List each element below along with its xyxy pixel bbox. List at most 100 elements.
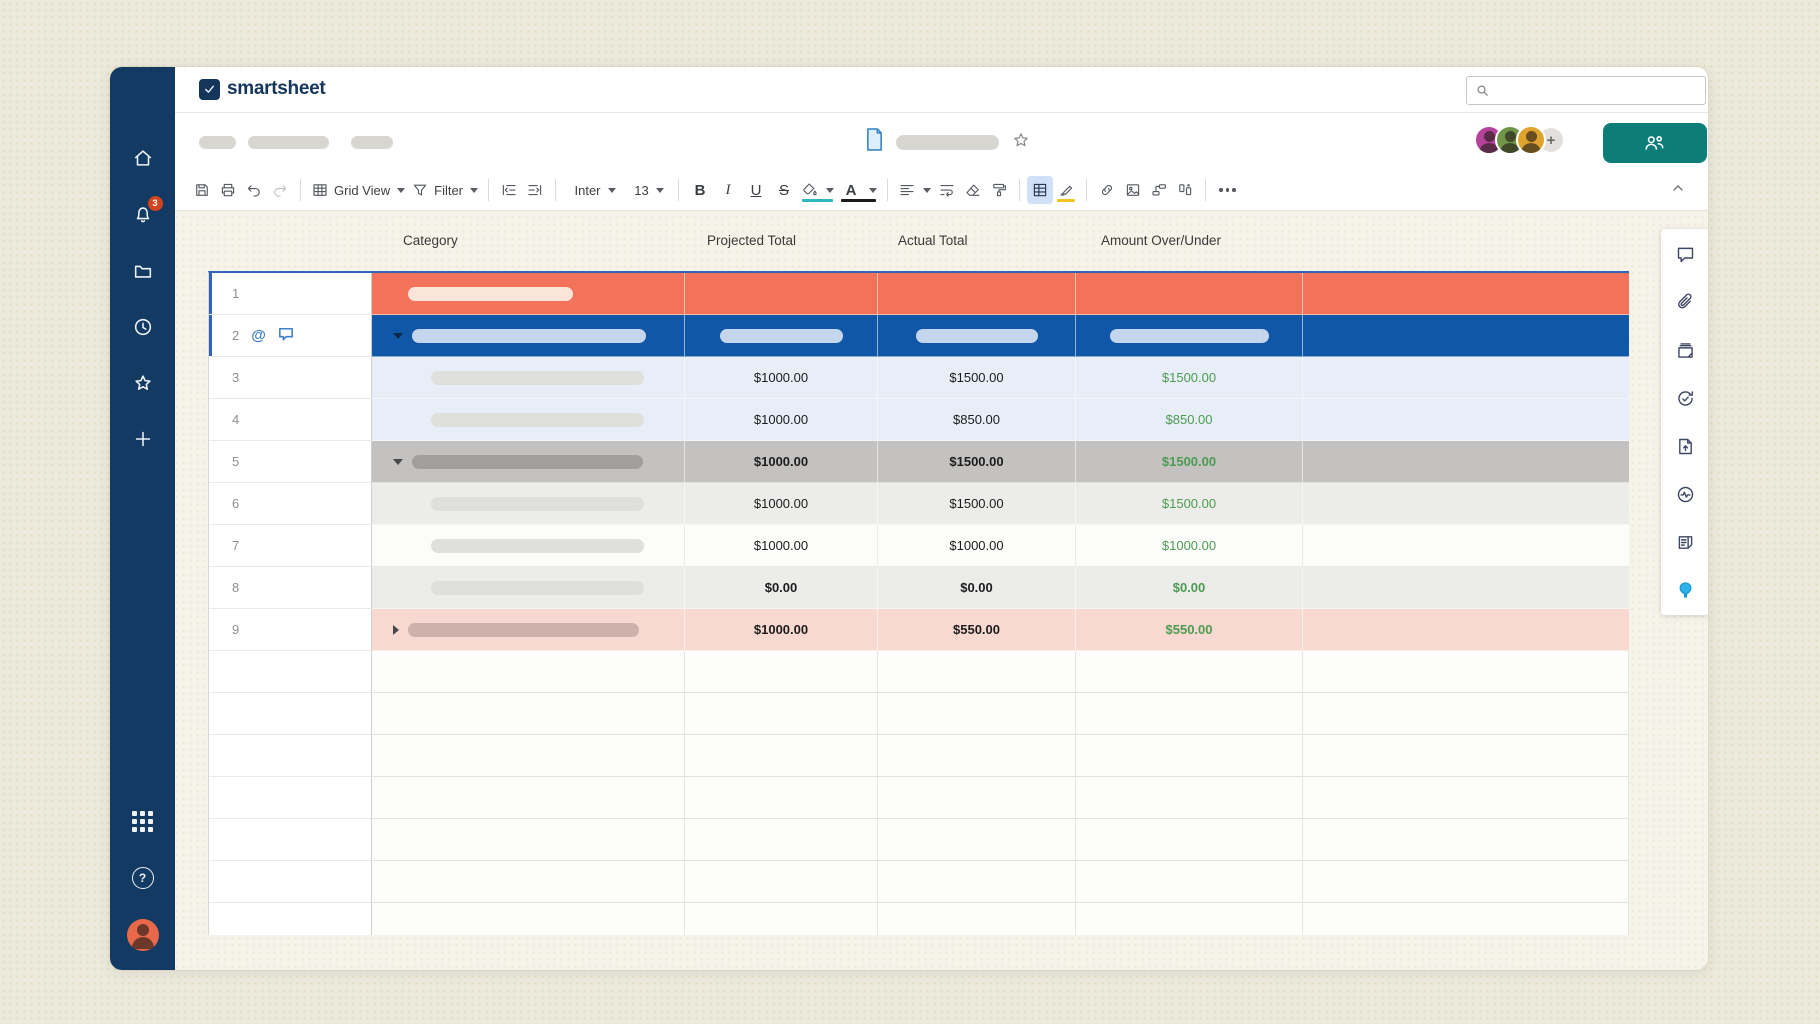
category-cell-redacted[interactable] <box>372 399 685 441</box>
insert-link-button[interactable] <box>1094 176 1120 204</box>
format-painter-button[interactable] <box>986 176 1012 204</box>
search-input[interactable] <box>1496 83 1697 98</box>
publish-icon[interactable] <box>1673 434 1697 458</box>
empty-cell[interactable] <box>1303 567 1629 609</box>
actual-total-cell[interactable]: $1500.00 <box>878 483 1076 525</box>
recents-clock-icon[interactable] <box>130 314 156 340</box>
activity-log-icon[interactable] <box>1673 482 1697 506</box>
save-button[interactable] <box>189 176 215 204</box>
collapse-row-icon[interactable] <box>393 333 403 339</box>
attachments-paperclip-icon[interactable] <box>1673 290 1697 314</box>
empty-cell[interactable] <box>372 735 685 777</box>
column-text-button[interactable] <box>1172 176 1198 204</box>
over-under-cell[interactable]: $1000.00 <box>1076 525 1303 567</box>
align-dropdown[interactable] <box>895 176 934 204</box>
column-header-amount-over-under[interactable]: Amount Over/Under <box>1101 233 1221 248</box>
update-requests-icon[interactable] <box>1673 386 1697 410</box>
row-number-cell[interactable]: 6 <box>209 483 372 525</box>
card-hierarchy-button[interactable] <box>1146 176 1172 204</box>
over-under-cell[interactable]: $550.00 <box>1076 609 1303 651</box>
empty-cell[interactable] <box>1303 903 1629 935</box>
row-number-cell[interactable]: 4 <box>209 399 372 441</box>
font-family-dropdown[interactable]: Inter <box>563 176 627 204</box>
row-number-cell[interactable] <box>209 819 372 861</box>
empty-cell[interactable] <box>372 903 685 935</box>
empty-cell[interactable] <box>878 735 1076 777</box>
text-color-button[interactable]: A <box>837 176 880 204</box>
sheet-title-redacted[interactable] <box>896 135 999 150</box>
category-cell-redacted[interactable] <box>372 315 685 357</box>
row-number-cell[interactable] <box>209 903 372 935</box>
empty-cell[interactable] <box>372 819 685 861</box>
empty-cell[interactable] <box>1303 273 1629 315</box>
breadcrumb-item[interactable] <box>351 136 393 149</box>
category-cell-redacted[interactable] <box>372 483 685 525</box>
empty-cell[interactable] <box>685 651 878 693</box>
underline-button[interactable]: U <box>742 176 770 204</box>
wrap-text-button[interactable] <box>934 176 960 204</box>
row-number-cell[interactable]: 8 <box>209 567 372 609</box>
row-number-cell[interactable]: 3 <box>209 357 372 399</box>
actual-total-cell[interactable]: $1500.00 <box>878 441 1076 483</box>
over-under-cell[interactable] <box>1076 315 1303 357</box>
over-under-cell[interactable] <box>1076 273 1303 315</box>
empty-cell[interactable] <box>685 693 878 735</box>
proofs-icon[interactable] <box>1673 338 1697 362</box>
expand-row-icon[interactable] <box>393 625 399 635</box>
collapse-toolbar-chevron-icon[interactable] <box>1670 180 1686 201</box>
column-header-category[interactable]: Category <box>403 233 458 248</box>
row-number-cell[interactable]: 2 @ <box>209 315 372 357</box>
account-avatar[interactable] <box>127 919 159 951</box>
category-cell-redacted[interactable] <box>372 609 685 651</box>
empty-cell[interactable] <box>372 777 685 819</box>
favorites-star-icon[interactable] <box>130 370 156 396</box>
empty-cell[interactable] <box>878 693 1076 735</box>
empty-cell[interactable] <box>685 861 878 903</box>
insert-image-button[interactable] <box>1120 176 1146 204</box>
empty-cell[interactable] <box>1303 819 1629 861</box>
empty-cell[interactable] <box>1076 861 1303 903</box>
column-header-actual-total[interactable]: Actual Total <box>898 233 968 248</box>
actual-total-cell[interactable]: $1500.00 <box>878 357 1076 399</box>
projected-total-cell[interactable]: $1000.00 <box>685 609 878 651</box>
empty-cell[interactable] <box>1303 693 1629 735</box>
row-number-cell[interactable]: 7 <box>209 525 372 567</box>
row-number-cell[interactable]: 1 <box>209 273 372 315</box>
empty-cell[interactable] <box>685 735 878 777</box>
empty-cell[interactable] <box>372 693 685 735</box>
actual-total-cell[interactable] <box>878 315 1076 357</box>
row-number-cell[interactable]: 5 <box>209 441 372 483</box>
comments-icon[interactable] <box>1673 242 1697 266</box>
filter-dropdown[interactable]: Filter <box>408 176 481 204</box>
view-selector-dropdown[interactable]: Grid View <box>308 176 408 204</box>
empty-cell[interactable] <box>1076 819 1303 861</box>
outdent-button[interactable] <box>496 176 522 204</box>
empty-cell[interactable] <box>878 903 1076 935</box>
projected-total-cell[interactable]: $1000.00 <box>685 399 878 441</box>
print-button[interactable] <box>215 176 241 204</box>
clear-formatting-eraser-icon[interactable] <box>960 176 986 204</box>
over-under-cell[interactable]: $1500.00 <box>1076 357 1303 399</box>
comment-icon[interactable] <box>278 327 294 345</box>
projected-total-cell[interactable]: $1000.00 <box>685 525 878 567</box>
row-number-cell[interactable] <box>209 651 372 693</box>
category-cell-redacted[interactable] <box>372 441 685 483</box>
bold-button[interactable]: B <box>686 176 714 204</box>
row-number-cell[interactable] <box>209 693 372 735</box>
projected-total-cell[interactable]: $1000.00 <box>685 441 878 483</box>
collapse-row-icon[interactable] <box>393 459 403 465</box>
empty-cell[interactable] <box>685 819 878 861</box>
projected-total-cell[interactable] <box>685 315 878 357</box>
fill-color-button[interactable] <box>798 176 837 204</box>
category-cell-redacted[interactable] <box>372 525 685 567</box>
empty-cell[interactable] <box>1076 903 1303 935</box>
empty-cell[interactable] <box>1076 693 1303 735</box>
empty-cell[interactable] <box>372 861 685 903</box>
over-under-cell[interactable]: $850.00 <box>1076 399 1303 441</box>
projected-total-cell[interactable]: $1000.00 <box>685 483 878 525</box>
empty-cell[interactable] <box>878 819 1076 861</box>
category-cell-redacted[interactable] <box>372 273 685 315</box>
column-header-projected-total[interactable]: Projected Total <box>707 233 796 248</box>
empty-cell[interactable] <box>1303 315 1629 357</box>
whats-new-balloon-icon[interactable] <box>1673 578 1697 602</box>
